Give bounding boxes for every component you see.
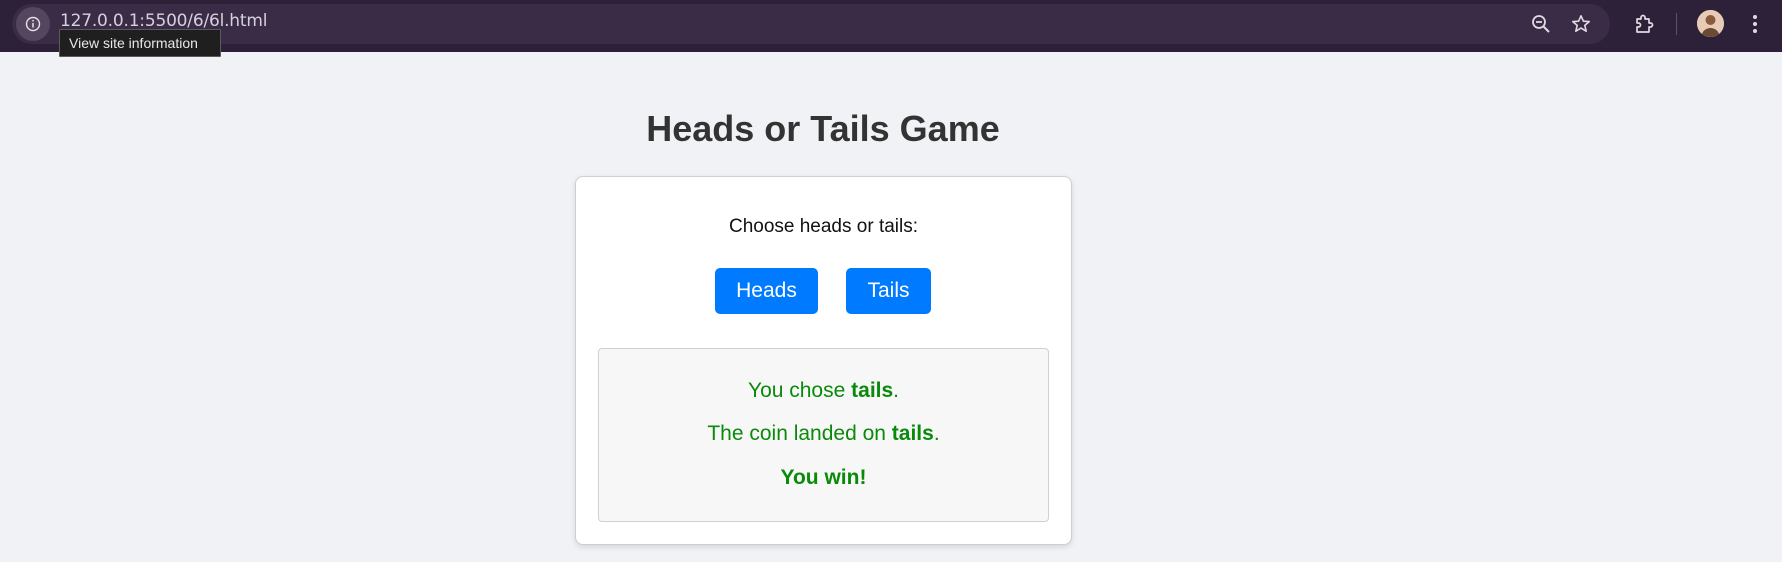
page-title: Heads or Tails Game bbox=[646, 108, 1000, 149]
result-panel: You chose tails. The coin landed on tail… bbox=[598, 348, 1049, 522]
site-info-tooltip: View site information bbox=[59, 29, 221, 57]
coin-result: The coin landed on tails. bbox=[599, 422, 1048, 446]
toolbar-divider bbox=[1676, 13, 1677, 35]
avatar[interactable] bbox=[1697, 10, 1724, 37]
site-info-button[interactable] bbox=[16, 7, 50, 41]
choice-result: You chose tails. bbox=[599, 379, 1048, 403]
star-icon[interactable] bbox=[1567, 10, 1595, 38]
heads-button[interactable]: Heads bbox=[715, 268, 818, 314]
url-text[interactable]: 127.0.0.1:5500/6/6l.html bbox=[60, 11, 267, 31]
choice-suffix: . bbox=[893, 379, 900, 402]
choice-prompt: Choose heads or tails: bbox=[728, 216, 919, 237]
coin-prefix: The coin landed on bbox=[707, 422, 892, 445]
tails-button[interactable]: Tails bbox=[846, 268, 931, 314]
choice-value: tails bbox=[851, 379, 894, 402]
coin-suffix: . bbox=[933, 422, 940, 445]
zoom-out-icon[interactable] bbox=[1527, 10, 1555, 38]
outcome-text: You win! bbox=[780, 466, 867, 489]
choice-prefix: You chose bbox=[747, 379, 852, 402]
coin-value: tails bbox=[891, 422, 934, 445]
info-icon bbox=[25, 16, 41, 32]
extensions-icon[interactable] bbox=[1629, 10, 1659, 38]
menu-icon[interactable] bbox=[1744, 10, 1766, 38]
browser-toolbar: 127.0.0.1:5500/6/6l.html bbox=[0, 0, 1782, 52]
game-card: Choose heads or tails: Heads Tails You c… bbox=[575, 176, 1072, 545]
